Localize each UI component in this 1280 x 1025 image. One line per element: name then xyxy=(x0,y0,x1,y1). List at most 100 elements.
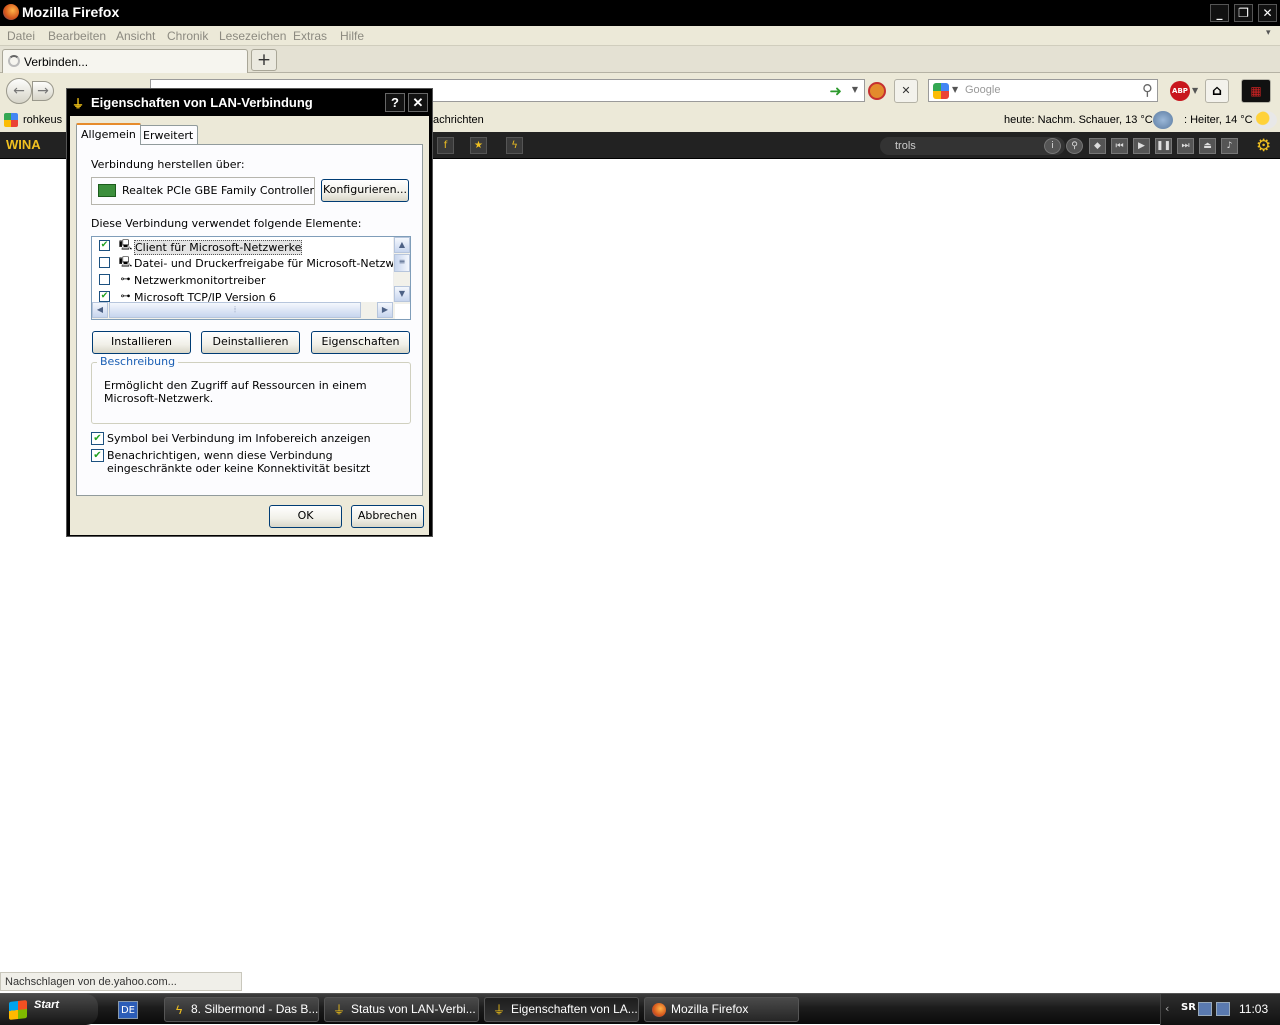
forward-button[interactable]: → xyxy=(32,81,54,101)
show-icon-label[interactable]: Symbol bei Verbindung im Infobereich anz… xyxy=(107,432,371,445)
list-item[interactable]: 🖳 Datei- und Druckerfreigabe für Microso… xyxy=(92,255,410,272)
google-bookmark-icon[interactable] xyxy=(4,113,18,127)
adblock-icon[interactable]: ABP xyxy=(1170,81,1190,101)
tab-erweitert[interactable]: Erweitert xyxy=(138,125,199,145)
tab-allgemein[interactable]: Allgemein xyxy=(76,123,141,145)
menu-bearbeiten[interactable]: Bearbeiten xyxy=(48,29,106,43)
taskbar-button-winamp[interactable]: ϟ 8. Silbermond - Das B... xyxy=(164,997,319,1022)
scroll-right-icon[interactable]: ▶ xyxy=(377,302,393,318)
adblock-dropdown-icon[interactable]: ▼ xyxy=(1192,86,1198,95)
component-checkbox[interactable]: ✔ xyxy=(99,240,110,251)
pause-icon[interactable]: ❚❚ xyxy=(1155,138,1172,154)
list-item[interactable]: ⊶ Netzwerkmonitortreiber xyxy=(92,272,392,289)
configure-button[interactable]: Konfigurieren... xyxy=(321,179,409,202)
language-indicator[interactable]: DE xyxy=(118,1001,138,1019)
notify-checkbox[interactable]: ✔ xyxy=(91,449,104,462)
winamp-bolt-icon[interactable]: ϟ xyxy=(506,137,523,154)
home-button[interactable]: ⌂ xyxy=(1205,79,1229,103)
connect-via-label: Verbindung herstellen über: xyxy=(91,158,245,171)
settings-gear-icon[interactable]: ⚙ xyxy=(1256,136,1271,156)
tray-sr-icon[interactable]: SR xyxy=(1181,1002,1196,1013)
show-icon-checkbox[interactable]: ✔ xyxy=(91,432,104,445)
search-engine-dropdown-icon[interactable]: ▼ xyxy=(952,85,958,94)
google-icon[interactable] xyxy=(933,83,949,99)
network-tray-icon[interactable] xyxy=(1216,1002,1230,1016)
component-checkbox[interactable]: ✔ xyxy=(99,291,110,302)
tray-expand-icon[interactable]: ‹ xyxy=(1165,1002,1169,1015)
components-list[interactable]: ✔ 🖳 Client für Microsoft-Netzwerke 🖳 Dat… xyxy=(91,236,411,320)
horizontal-scrollbar[interactable]: ◀ ⦙ ▶ xyxy=(92,302,395,319)
new-tab-button[interactable]: + xyxy=(251,49,277,71)
menu-lesezeichen[interactable]: Lesezeichen xyxy=(219,29,286,43)
restore-button[interactable]: ❐ xyxy=(1234,4,1253,22)
browser-tab[interactable]: Verbinden... xyxy=(2,49,248,73)
close-dialog-button[interactable]: ✕ xyxy=(408,93,428,112)
component-checkbox[interactable] xyxy=(99,274,110,285)
taskbar-button-firefox[interactable]: Mozilla Firefox xyxy=(644,997,799,1022)
start-button[interactable]: Start xyxy=(0,994,98,1025)
bookmark-item[interactable]: rohkeus xyxy=(23,114,62,126)
previous-track-icon[interactable]: ⏮ xyxy=(1111,138,1128,154)
taskbar-button-lan-properties[interactable]: ⏚ Eigenschaften von LA... xyxy=(484,997,639,1022)
description-title: Beschreibung xyxy=(97,355,179,368)
info-icon[interactable]: i xyxy=(1044,138,1061,154)
clock[interactable]: 11:03 xyxy=(1239,1002,1268,1016)
help-button[interactable]: ? xyxy=(385,93,405,112)
menu-chronik[interactable]: Chronik xyxy=(167,29,208,43)
vertical-scrollbar[interactable]: ▲ ≡ ▼ xyxy=(393,237,410,304)
component-label: Client für Microsoft-Netzwerke xyxy=(134,240,303,255)
menu-extras[interactable]: Extras xyxy=(293,29,327,43)
bookmark-item[interactable]: achrichten xyxy=(433,114,484,126)
scroll-left-icon[interactable]: ◀ xyxy=(92,302,108,318)
play-icon[interactable]: ▶ xyxy=(1133,138,1150,154)
menu-hilfe[interactable]: Hilfe xyxy=(340,29,364,43)
scroll-down-icon[interactable]: ▼ xyxy=(394,286,410,302)
weather-now-text[interactable]: : Heiter, 14 °C xyxy=(1184,114,1253,126)
back-button[interactable]: ← xyxy=(6,78,32,104)
volume-adjust-icon[interactable]: ◆ xyxy=(1089,138,1106,154)
uninstall-button[interactable]: Deinstallieren xyxy=(201,331,300,354)
menu-ansicht[interactable]: Ansicht xyxy=(116,29,155,43)
search-magnifier-icon[interactable]: ⚲ xyxy=(1142,81,1153,99)
component-label: Netzwerkmonitortreiber xyxy=(134,274,266,287)
firefox-logo-icon xyxy=(652,1003,666,1017)
facebook-icon[interactable]: f xyxy=(437,137,454,154)
eject-icon[interactable]: ⏏ xyxy=(1199,138,1216,154)
properties-button[interactable]: Eigenschaften xyxy=(311,331,410,354)
weather-today-text[interactable]: heute: Nachm. Schauer, 13 °C xyxy=(1004,114,1153,126)
scroll-thumb[interactable]: ≡ xyxy=(394,254,410,272)
cancel-button[interactable]: Abbrechen xyxy=(351,505,424,528)
list-item[interactable]: ✔ 🖳 Client für Microsoft-Netzwerke xyxy=(92,238,392,255)
status-bar: Nachschlagen von de.yahoo.com... xyxy=(0,972,242,991)
taskbar-button-lan-status[interactable]: ⏚ Status von LAN-Verbi... xyxy=(324,997,479,1022)
search-icon[interactable]: ⚲ xyxy=(1066,138,1083,154)
next-track-icon[interactable]: ⏭ xyxy=(1177,138,1194,154)
runner-icon[interactable]: ★ xyxy=(470,137,487,154)
volume-icon[interactable]: ♪ xyxy=(1221,138,1238,154)
install-button[interactable]: Installieren xyxy=(92,331,191,354)
network-tray-icon[interactable] xyxy=(1198,1002,1212,1016)
go-arrow-icon[interactable]: ➜ xyxy=(829,82,842,100)
menu-datei[interactable]: Datei xyxy=(7,29,35,43)
hscroll-thumb[interactable]: ⦙ xyxy=(109,302,361,318)
component-checkbox[interactable] xyxy=(99,257,110,268)
tab-list-chevron-icon[interactable]: ▾ xyxy=(1266,27,1271,38)
minimize-button[interactable]: _ xyxy=(1210,4,1229,22)
blocked-icon[interactable] xyxy=(868,82,886,100)
system-tray: ‹ SR 11:03 xyxy=(1160,994,1280,1025)
now-playing-track[interactable]: trols xyxy=(880,137,1065,155)
winamp-logo[interactable]: WINA xyxy=(6,137,41,152)
close-window-button[interactable]: ✕ xyxy=(1258,4,1277,22)
url-dropdown-icon[interactable]: ▼ xyxy=(852,85,858,94)
addon-menu-icon[interactable]: ▦ xyxy=(1241,79,1271,103)
stop-button[interactable]: ✕ xyxy=(894,79,918,103)
sunny-cloud-icon xyxy=(1255,111,1277,129)
ok-button[interactable]: OK xyxy=(269,505,342,528)
scroll-up-icon[interactable]: ▲ xyxy=(394,237,410,253)
search-bar[interactable]: ▼ Google ⚲ xyxy=(928,79,1158,102)
adapter-field: Realtek PCIe GBE Family Controller xyxy=(91,177,315,205)
dialog-body: Allgemein Erweitert Verbindung herstelle… xyxy=(70,116,429,535)
loading-spinner-icon xyxy=(8,55,20,67)
notify-label[interactable]: Benachrichtigen, wenn diese Verbindung e… xyxy=(107,449,407,475)
network-card-icon xyxy=(98,184,116,197)
